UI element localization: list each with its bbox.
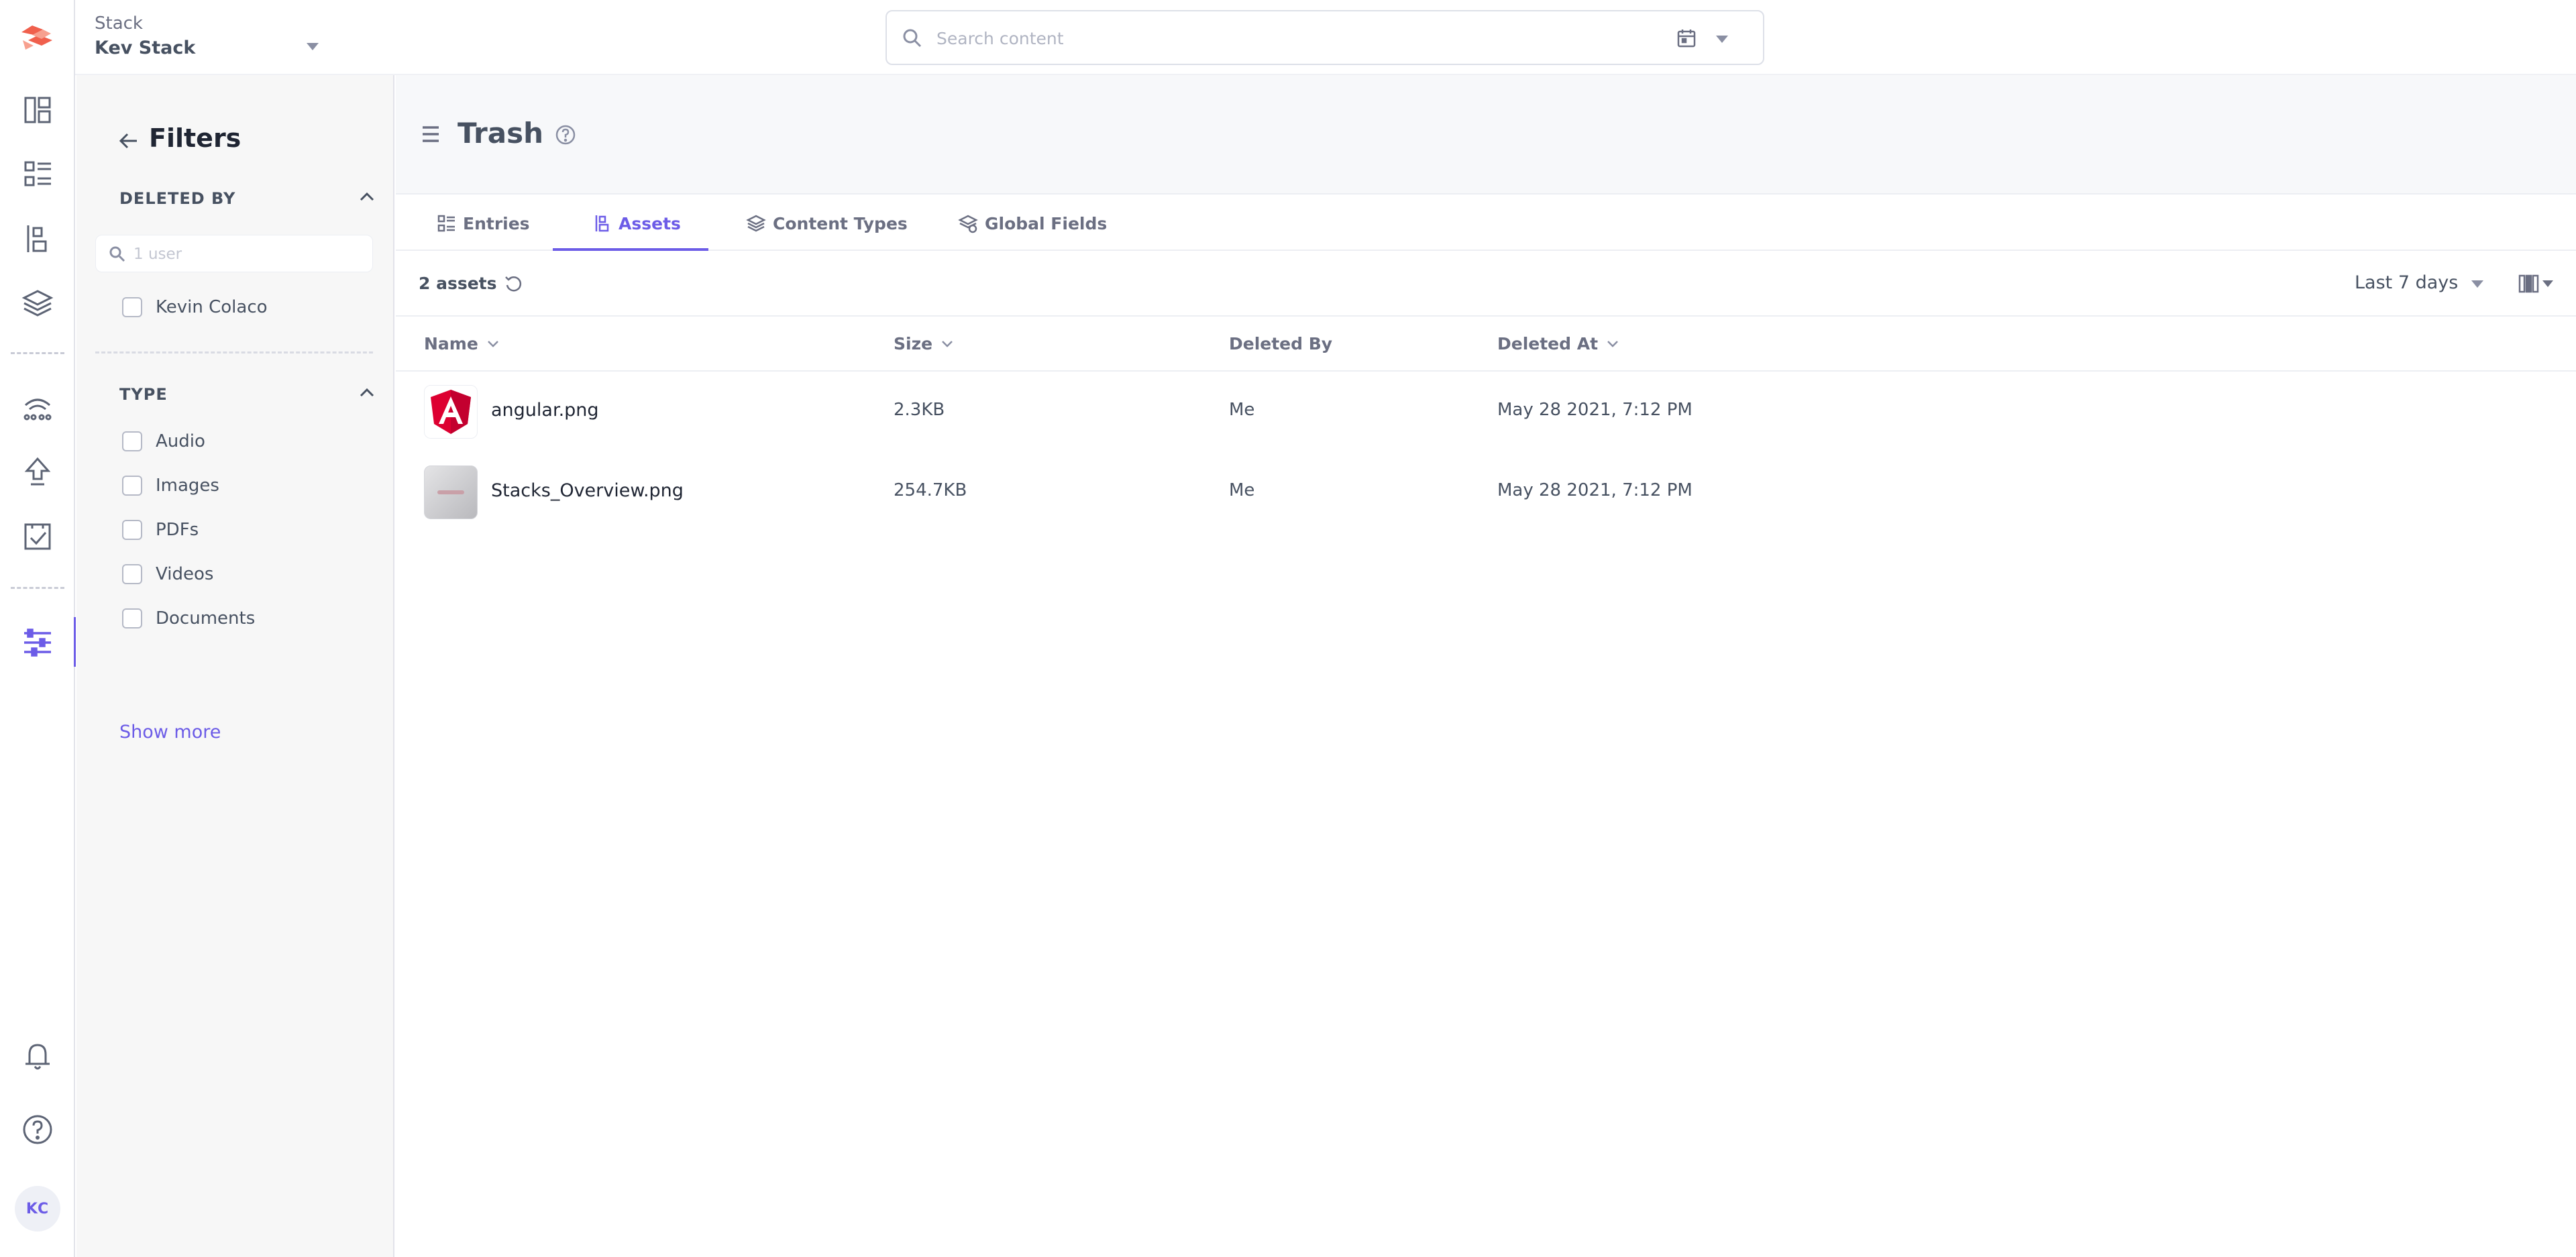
screenshot-thumbnail [424,466,478,519]
filter-type-pdfs[interactable]: PDFs [122,516,199,543]
list-toolbar: 2 assets Last 7 days [396,251,2576,317]
stack-selector[interactable]: Kev Stack [95,38,195,58]
entries-icon [437,215,455,232]
entries-icon[interactable] [15,152,60,197]
table-row[interactable]: Stacks_Overview.png 254.7KB Me May 28 20… [396,452,2576,533]
nav-rail: KC [0,0,76,1257]
date-range-select[interactable]: Last 7 days [2355,272,2458,293]
asset-count: 2 assets [419,274,497,293]
sort-chevron-icon [487,340,498,347]
active-nav-indicator [74,617,76,667]
chevron-down-icon[interactable] [2471,280,2483,288]
divider [95,351,373,353]
deleted-by-heading: DELETED BY [119,189,236,208]
column-name[interactable]: Name [424,334,501,353]
global-search [885,10,1764,65]
checkbox[interactable] [122,297,142,317]
user-search-input[interactable] [133,242,362,266]
column-size[interactable]: Size [894,334,955,353]
filters-panel: Filters DELETED BY Kevin Colaco TYPE Aud… [76,75,394,1257]
content-types-icon [746,215,766,232]
bell-icon[interactable] [15,1033,60,1079]
search-icon [109,246,125,262]
user-filter-search [95,235,373,272]
search-options-chevron-icon[interactable] [1716,36,1728,43]
tab-global-fields[interactable]: Global Fields [958,196,1107,251]
table-row[interactable]: angular.png 2.3KB Me May 28 2021, 7:12 P… [396,372,2576,452]
page-title: Trash [458,117,543,150]
back-arrow-icon[interactable] [117,129,141,153]
tasks-icon[interactable] [15,514,60,559]
chevron-up-icon[interactable] [357,382,377,402]
checkbox[interactable] [122,476,142,496]
table-header: Name Size Deleted By Deleted At [396,317,2576,372]
checkbox[interactable] [122,431,142,451]
filter-type-videos[interactable]: Videos [122,561,213,588]
filter-type-documents[interactable]: Documents [122,605,255,632]
content-models-icon[interactable] [15,280,60,326]
checkbox[interactable] [122,520,142,540]
main-content: Trash Entries Assets Content Types Globa… [396,75,2576,1257]
settings-icon[interactable] [15,620,60,665]
filter-user-kevin-colaco[interactable]: Kevin Colaco [122,294,268,321]
contentstack-logo-icon[interactable] [19,20,56,54]
refresh-icon[interactable] [503,274,523,294]
tab-entries[interactable]: Entries [436,196,530,251]
deleted-by: Me [1229,480,1255,500]
user-avatar[interactable]: KC [15,1186,60,1232]
page-header: Trash [396,75,2576,195]
search-input[interactable] [936,23,1607,53]
tab-assets[interactable]: Assets [592,196,681,251]
dashboard-icon[interactable] [15,87,60,133]
extensions-icon[interactable] [15,385,60,431]
chevron-down-icon[interactable] [307,43,319,50]
chevron-down-icon[interactable] [2542,280,2553,287]
chevron-up-icon[interactable] [357,186,377,207]
file-name[interactable]: angular.png [491,400,599,421]
column-deleted-by: Deleted By [1229,334,1333,353]
stack-label: Stack [95,13,143,34]
help-icon[interactable] [554,123,577,146]
filter-type-images[interactable]: Images [122,472,219,499]
file-size: 254.7KB [894,480,967,500]
search-icon [903,29,922,48]
filter-type-audio[interactable]: Audio [122,428,205,455]
deleted-by: Me [1229,400,1255,420]
assets-icon[interactable] [15,216,60,262]
checkbox[interactable] [122,608,142,628]
angular-logo-thumbnail [424,385,478,439]
deleted-at: May 28 2021, 7:12 PM [1497,400,1693,420]
help-icon[interactable] [15,1107,60,1152]
trash-tabs: Entries Assets Content Types Global Fiel [396,196,2576,251]
global-fields-icon [958,215,978,233]
checkbox[interactable] [122,564,142,584]
file-size: 2.3KB [894,400,945,420]
deploy-icon[interactable] [15,449,60,495]
deleted-at: May 28 2021, 7:12 PM [1497,480,1693,500]
show-more-link[interactable]: Show more [119,722,221,743]
file-name[interactable]: Stacks_Overview.png [491,480,684,501]
column-deleted-at[interactable]: Deleted At [1497,334,1621,353]
calendar-icon[interactable] [1676,28,1697,49]
sort-chevron-icon [942,340,953,347]
columns-icon[interactable] [2517,272,2540,295]
type-heading: TYPE [119,385,168,404]
assets-icon [595,215,609,232]
hamburger-menu-icon[interactable] [419,122,443,146]
sort-chevron-icon [1607,340,1618,347]
filters-title: Filters [149,123,241,153]
tab-content-types[interactable]: Content Types [746,196,908,251]
top-header: Stack Kev Stack [75,0,2576,75]
